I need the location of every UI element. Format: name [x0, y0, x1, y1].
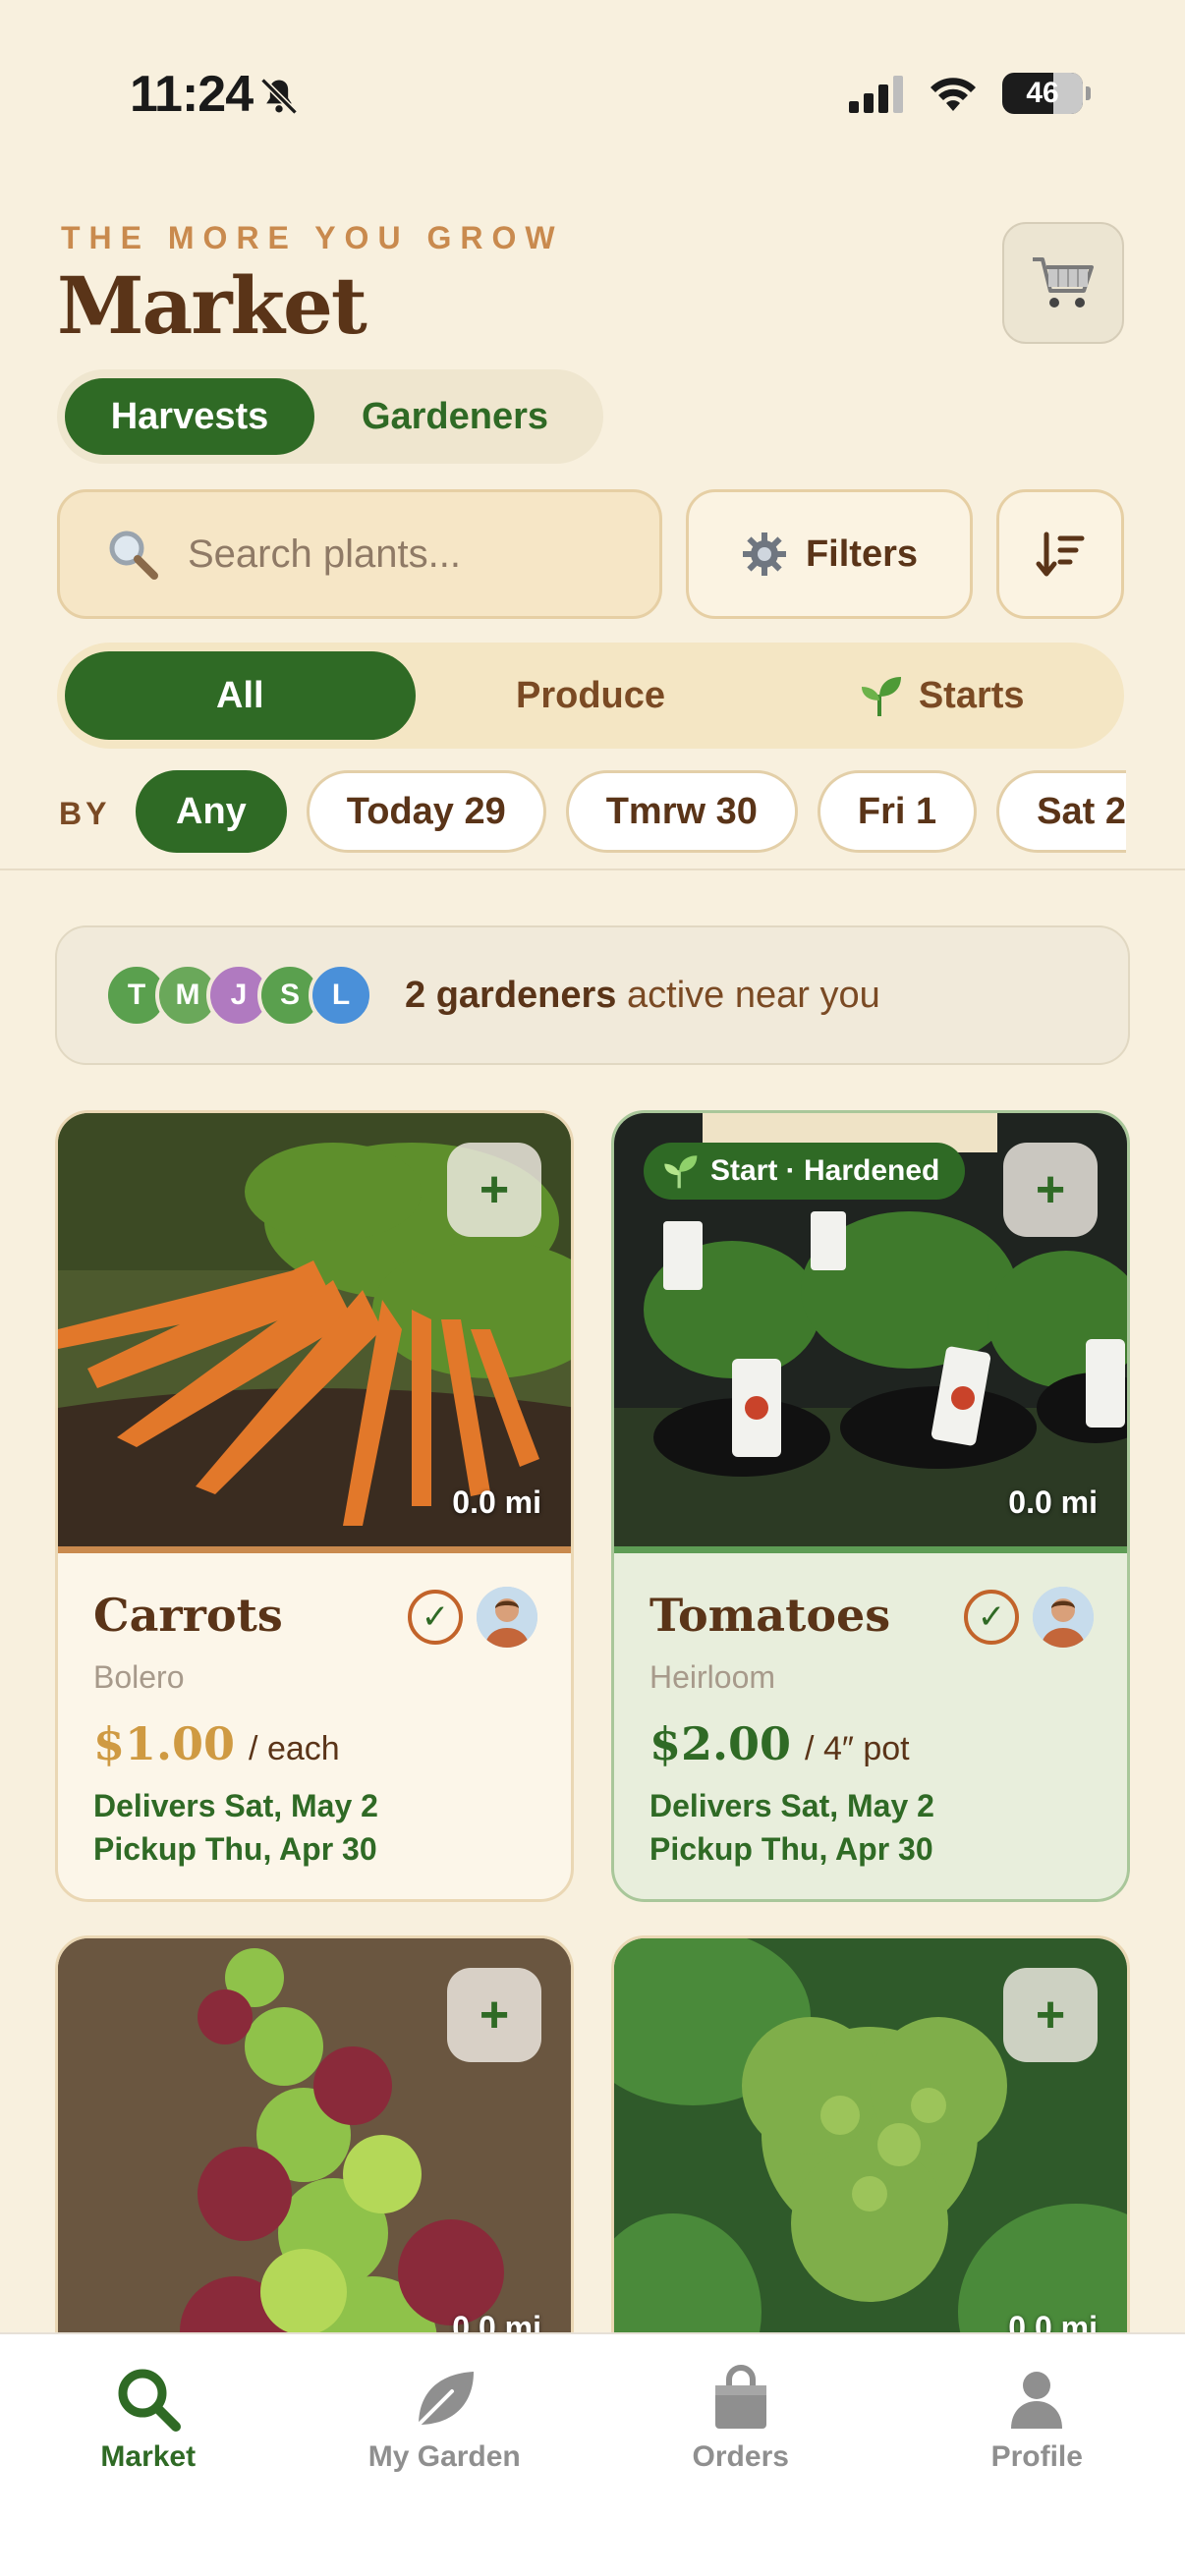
date-chips: Any Today 29 Tmrw 30 Fri 1 Sat 2 — [136, 770, 1126, 855]
add-to-cart-button[interactable]: + — [447, 1143, 541, 1237]
listing-image: + 0.0 mi — [58, 1938, 571, 2379]
add-to-cart-button[interactable]: + — [1003, 1143, 1098, 1237]
search-icon — [118, 2369, 181, 2432]
date-chip-today[interactable]: Today 29 — [306, 770, 546, 853]
listing-price: $2.00 — [649, 1717, 792, 1770]
avatar — [477, 1587, 537, 1648]
active-gardeners-text: 2 gardeners active near you — [405, 974, 880, 1016]
distance-label: 0.0 mi — [452, 1484, 541, 1520]
listing-card-tomatoes[interactable]: Start · Hardened + 0.0 mi Tomatoes Heirl… — [611, 1110, 1130, 1902]
category-produce[interactable]: Produce — [416, 651, 766, 740]
tagline: THE MORE YOU GROW — [61, 220, 564, 255]
sort-button[interactable] — [996, 489, 1124, 619]
search-placeholder: Search plants... — [188, 532, 461, 576]
gear-icon — [742, 532, 786, 576]
category-all[interactable]: All — [65, 651, 416, 740]
date-chip-tomorrow[interactable]: Tmrw 30 — [565, 770, 798, 853]
add-to-cart-button[interactable]: + — [447, 1968, 541, 2062]
date-chip-sat[interactable]: Sat 2 — [996, 770, 1126, 853]
listing-variety: Heirloom — [649, 1659, 776, 1695]
search-icon — [109, 531, 158, 580]
delivery-date: Delivers Sat, May 2 — [93, 1788, 378, 1823]
distance-label: 0.0 mi — [1008, 1484, 1098, 1520]
nav-my-garden[interactable]: My Garden — [297, 2334, 593, 2576]
listing-badge: Start · Hardened — [644, 1143, 966, 1200]
person-icon — [1011, 2372, 1063, 2429]
page-title: Market — [57, 259, 367, 352]
active-gardeners-banner[interactable]: T M J S L 2 gardeners active near you — [55, 925, 1130, 1065]
avatar: L — [309, 963, 373, 1028]
filters-label: Filters — [805, 532, 919, 575]
status-time: 11:24 — [130, 66, 254, 123]
listing-image: + 0.0 mi — [614, 1938, 1127, 2379]
cart-button[interactable] — [1002, 222, 1124, 344]
sprout-icon — [861, 677, 901, 716]
seller-info[interactable]: ✓ — [408, 1587, 537, 1648]
gardener-avatars: T M J S L — [104, 963, 373, 1028]
listing-price: $1.00 — [93, 1717, 236, 1770]
listing-card-lettuce[interactable]: + 0.0 mi — [55, 1935, 574, 2381]
nav-market[interactable]: Market — [0, 2334, 297, 2576]
listing-image: Start · Hardened + 0.0 mi — [614, 1113, 1127, 1553]
listing-unit: / 4″ pot — [805, 1730, 910, 1767]
date-chip-any[interactable]: Any — [136, 770, 287, 853]
cart-icon — [1033, 257, 1094, 308]
date-by-label: BY — [59, 796, 111, 831]
verified-check-icon: ✓ — [408, 1590, 463, 1645]
view-toggle: Harvests Gardeners — [57, 369, 603, 464]
listing-card-carrots[interactable]: + 0.0 mi Carrots Bolero $1.00 / each Del… — [55, 1110, 574, 1902]
status-indicators: 46 — [849, 73, 1091, 114]
add-to-cart-button[interactable]: + — [1003, 1968, 1098, 2062]
seller-info[interactable]: ✓ — [964, 1587, 1094, 1648]
listing-image: + 0.0 mi — [58, 1113, 571, 1553]
sprout-icon — [664, 1155, 698, 1189]
tab-harvests[interactable]: Harvests — [65, 378, 314, 455]
bag-icon — [714, 2365, 766, 2429]
battery-indicator: 46 — [1002, 73, 1091, 114]
silent-bell-icon — [257, 75, 301, 123]
bottom-nav: Market My Garden Orders Profile — [0, 2332, 1185, 2576]
nav-profile[interactable]: Profile — [889, 2334, 1185, 2576]
listing-unit: / each — [249, 1730, 340, 1767]
listing-card-broccoli[interactable]: + 0.0 mi — [611, 1935, 1130, 2381]
verified-check-icon: ✓ — [964, 1590, 1019, 1645]
date-chip-fri[interactable]: Fri 1 — [817, 770, 978, 853]
tab-gardeners[interactable]: Gardeners — [314, 378, 595, 455]
filters-button[interactable]: Filters — [686, 489, 973, 619]
category-starts[interactable]: Starts — [765, 651, 1116, 740]
wifi-icon — [931, 78, 976, 111]
delivery-date: Delivers Sat, May 2 — [649, 1788, 934, 1823]
nav-orders[interactable]: Orders — [592, 2334, 889, 2576]
sort-icon — [1036, 532, 1085, 577]
category-filter: All Produce Starts — [57, 643, 1124, 749]
pickup-date: Pickup Thu, Apr 30 — [93, 1831, 377, 1867]
avatar — [1033, 1587, 1094, 1648]
divider — [0, 868, 1185, 870]
leaf-icon — [417, 2372, 475, 2427]
search-input[interactable]: Search plants... — [57, 489, 662, 619]
signal-icon — [849, 76, 903, 113]
listing-variety: Bolero — [93, 1659, 185, 1695]
pickup-date: Pickup Thu, Apr 30 — [649, 1831, 933, 1867]
